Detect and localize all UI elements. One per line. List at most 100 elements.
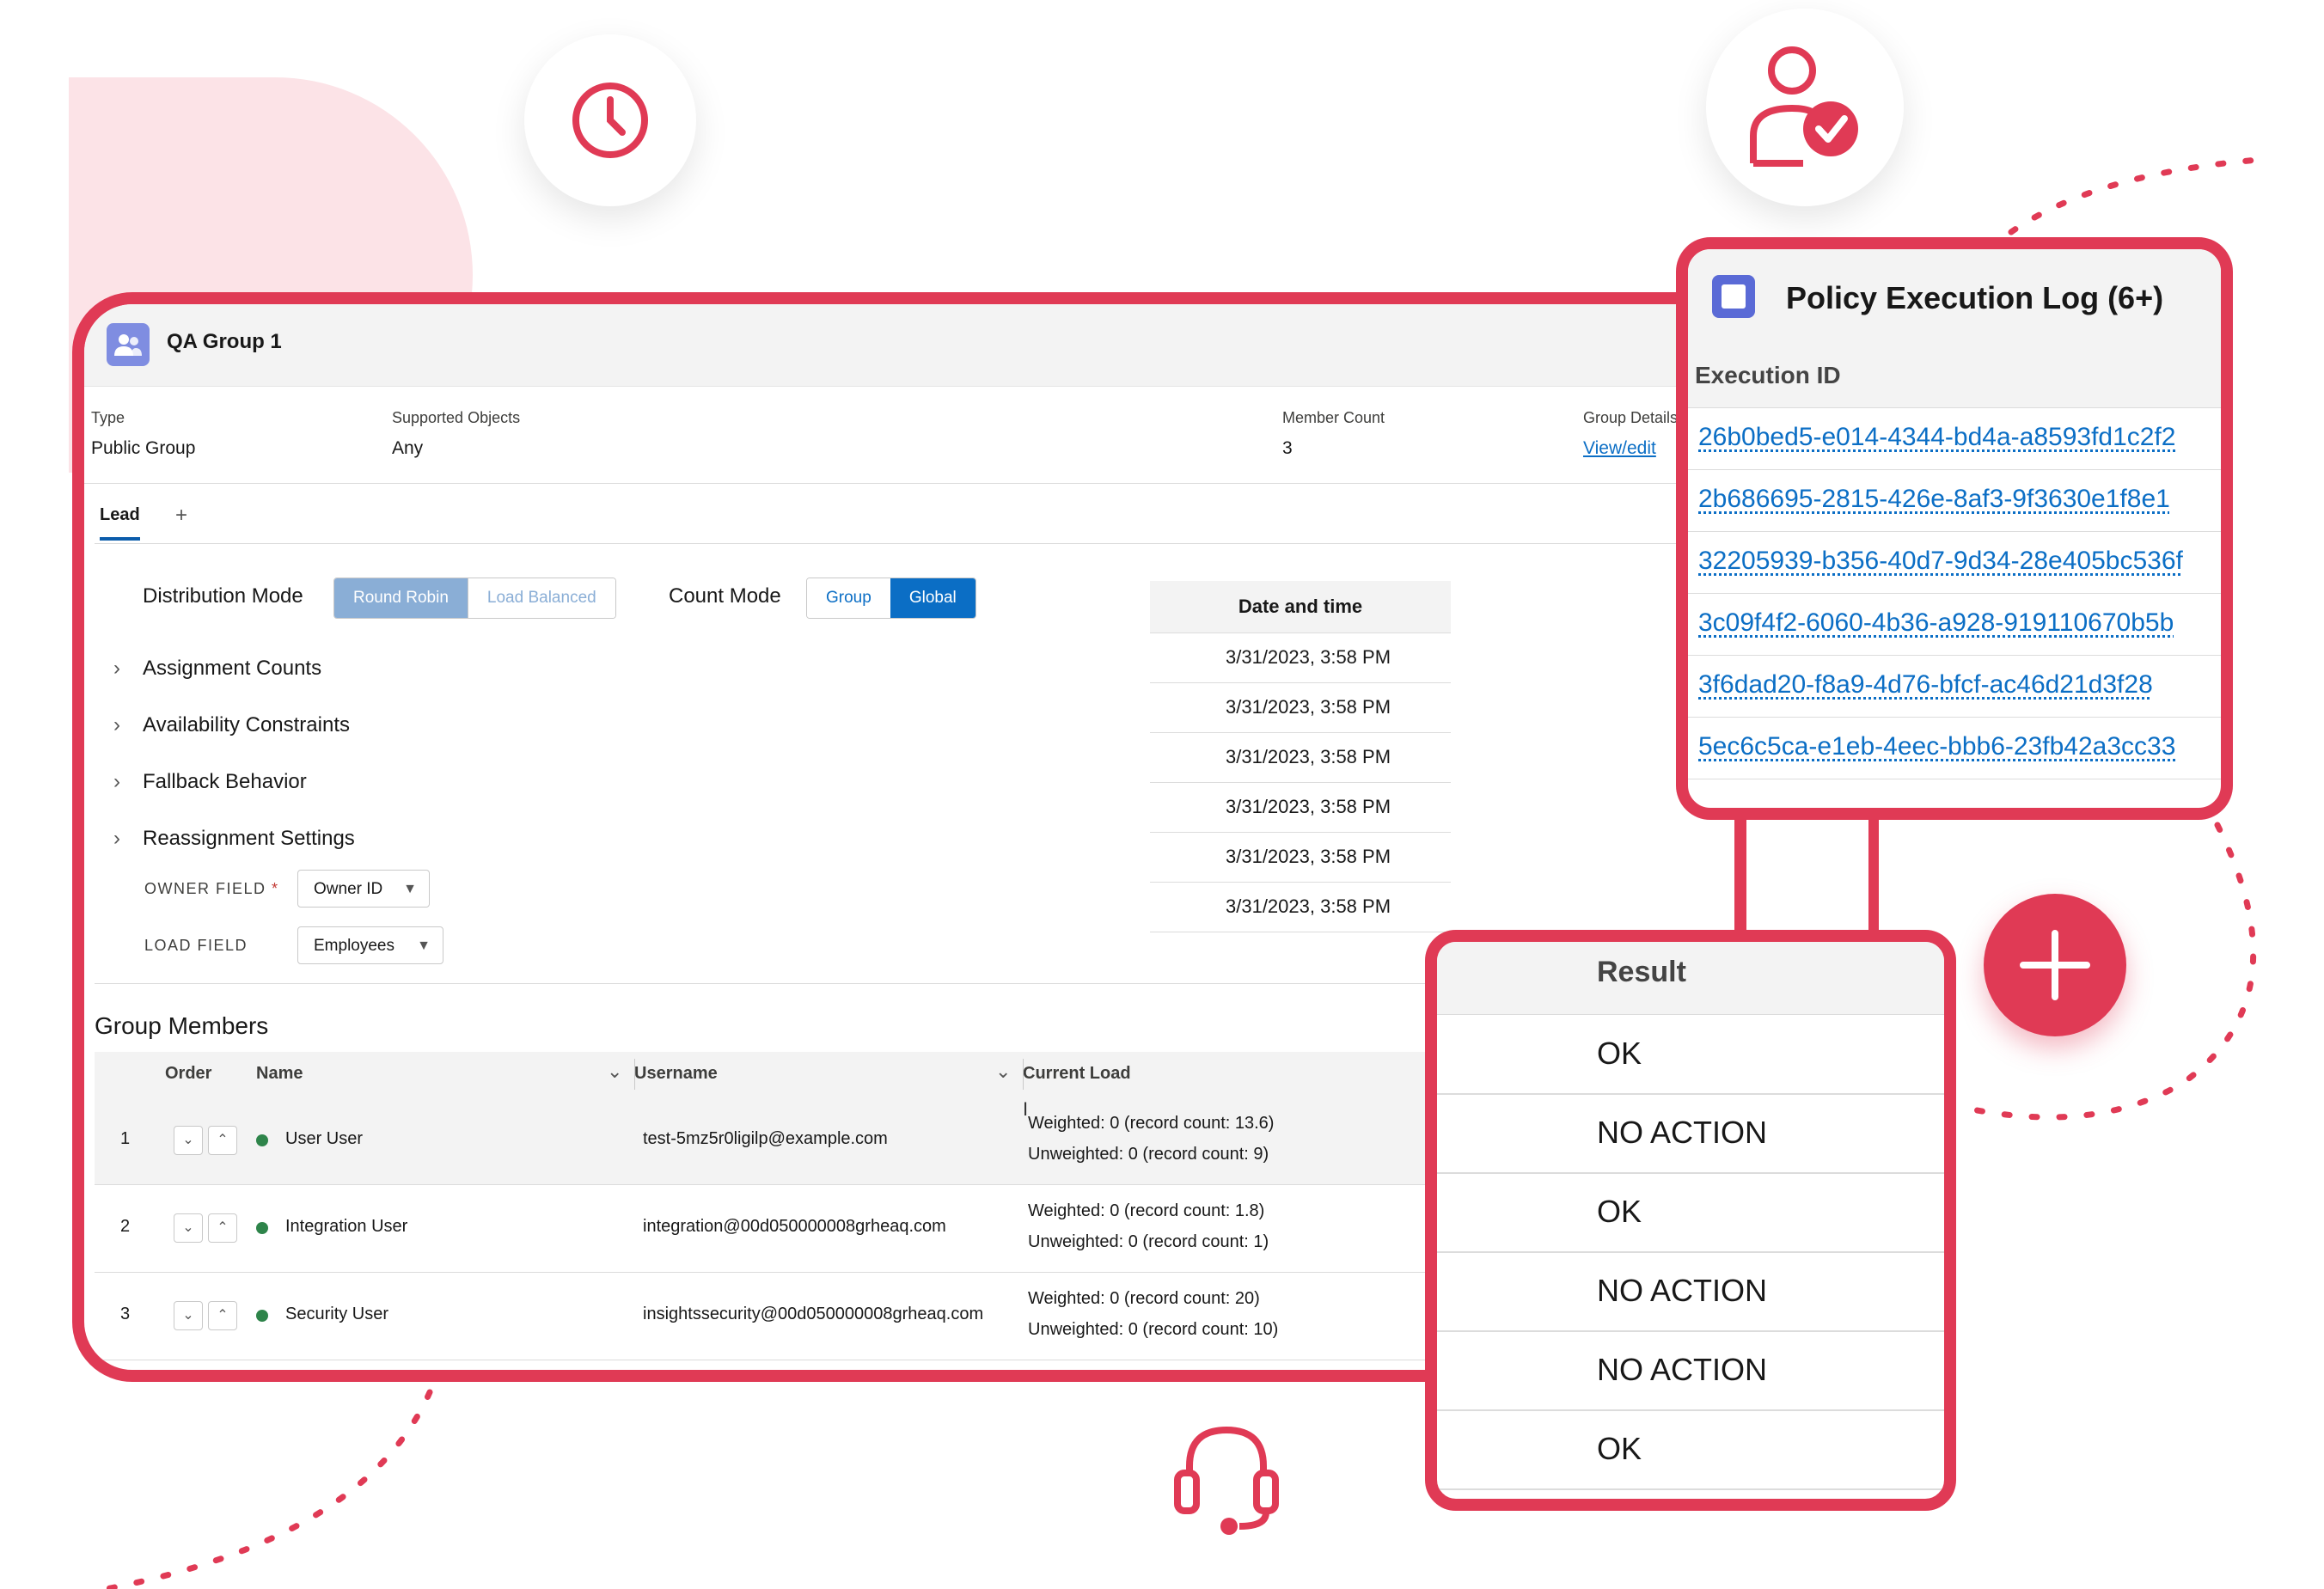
list-item: 5ec6c5ca-e1eb-4eec-bbb6-23fb42a3cc33 xyxy=(1688,717,2221,779)
move-down-button[interactable]: ⌄ xyxy=(174,1126,203,1155)
execution-id-link[interactable]: 5ec6c5ca-e1eb-4eec-bbb6-23fb42a3cc33 xyxy=(1698,732,2175,761)
type-label: Type xyxy=(91,409,125,426)
chevron-right-icon[interactable]: › xyxy=(113,713,120,737)
distribution-mode-label: Distribution Mode xyxy=(143,584,303,608)
status-dot xyxy=(256,1222,268,1234)
result-column-header: Result xyxy=(1437,942,1944,1015)
load-field-label: LOAD FIELD xyxy=(144,937,248,954)
load-field-select[interactable]: Employees ▼ xyxy=(297,926,443,964)
required-marker: * xyxy=(272,880,279,897)
member-weighted-load: Weighted: 0 (record count: 1.8) xyxy=(1028,1201,1265,1220)
list-item: 26b0bed5-e014-4344-bd4a-a8593fd1c2f2 xyxy=(1688,407,2221,470)
distribution-mode-toggle: Round Robin Load Balanced xyxy=(333,578,616,619)
add-tab-button[interactable]: + xyxy=(175,504,187,528)
status-dot xyxy=(256,1134,268,1146)
execution-id-link[interactable]: 3f6dad20-f8a9-4d76-bfcf-ac46d21d3f28 xyxy=(1698,670,2153,700)
type-value: Public Group xyxy=(91,438,196,458)
global-option[interactable]: Global xyxy=(890,578,975,618)
headset-icon xyxy=(1174,1426,1279,1535)
chevron-down-icon[interactable]: ⌄ xyxy=(607,1060,622,1083)
chevron-down-icon[interactable]: ⌄ xyxy=(995,1060,1011,1083)
view-edit-link[interactable]: View/edit xyxy=(1583,438,1656,459)
date-time-cell: 3/31/2023, 3:58 PM xyxy=(1150,882,1451,932)
list-item: 32205939-b356-40d7-9d34-28e405bc536f xyxy=(1688,531,2221,594)
caret-down-icon: ▼ xyxy=(417,938,431,953)
column-order: Order xyxy=(165,1064,212,1083)
column-divider xyxy=(634,1059,635,1090)
member-unweighted-load: Unweighted: 0 (record count: 10) xyxy=(1028,1320,1279,1339)
accordion-reassignment-settings[interactable]: Reassignment Settings xyxy=(143,827,355,851)
tab-lead[interactable]: Lead xyxy=(100,505,140,541)
supported-objects-label: Supported Objects xyxy=(392,409,521,426)
list-item: 3f6dad20-f8a9-4d76-bfcf-ac46d21d3f28 xyxy=(1688,655,2221,718)
user-check-icon xyxy=(1750,46,1858,167)
list-item: 3c09f4f2-6060-4b36-a928-919110670b5b xyxy=(1688,593,2221,656)
member-unweighted-load: Unweighted: 0 (record count: 9) xyxy=(1028,1145,1269,1164)
member-count-label: Member Count xyxy=(1282,409,1385,426)
count-mode-toggle: Group Global xyxy=(806,578,976,619)
member-weighted-load: Weighted: 0 (record count: 13.6) xyxy=(1028,1114,1275,1133)
group-members-title: Group Members xyxy=(95,1012,269,1039)
record-header: QA Group 1 xyxy=(84,304,1734,387)
move-down-button[interactable]: ⌄ xyxy=(174,1213,203,1243)
member-weighted-load: Weighted: 0 (record count: 20) xyxy=(1028,1289,1260,1308)
execution-id-link[interactable]: 32205939-b356-40d7-9d34-28e405bc536f xyxy=(1698,547,2183,576)
execution-id-link[interactable]: 26b0bed5-e014-4344-bd4a-a8593fd1c2f2 xyxy=(1698,423,2175,452)
result-cell: NO ACTION xyxy=(1437,1330,1944,1411)
column-name[interactable]: Name xyxy=(256,1064,303,1084)
date-time-column-header: Date and time xyxy=(1150,581,1451,633)
round-robin-option[interactable]: Round Robin xyxy=(334,578,468,618)
result-cell: OK xyxy=(1437,1014,1944,1095)
chevron-right-icon[interactable]: › xyxy=(113,657,120,681)
move-up-button[interactable]: ⌃ xyxy=(208,1301,237,1330)
result-cell: NO ACTION xyxy=(1437,1251,1944,1332)
supported-objects-value: Any xyxy=(392,438,424,458)
divider xyxy=(84,483,1734,484)
plus-icon xyxy=(2020,930,2090,1000)
result-cell: OK xyxy=(1437,1409,1944,1490)
column-divider xyxy=(1023,1059,1024,1090)
status-dot xyxy=(256,1310,268,1322)
row-order: 1 xyxy=(120,1129,131,1148)
load-balanced-option[interactable]: Load Balanced xyxy=(467,578,615,618)
member-unweighted-load: Unweighted: 0 (record count: 1) xyxy=(1028,1232,1269,1251)
chevron-right-icon[interactable]: › xyxy=(113,770,120,794)
row-order: 2 xyxy=(120,1217,131,1236)
group-title: QA Group 1 xyxy=(167,330,282,353)
accordion-fallback-behavior[interactable]: Fallback Behavior xyxy=(143,770,307,794)
row-order: 3 xyxy=(120,1305,131,1323)
execution-id-link[interactable]: 3c09f4f2-6060-4b36-a928-919110670b5b xyxy=(1698,608,2174,638)
date-time-cell: 3/31/2023, 3:58 PM xyxy=(1150,633,1451,683)
result-cell: NO ACTION xyxy=(1437,1093,1944,1174)
owner-field-label: OWNER FIELD * xyxy=(144,880,279,897)
caret-down-icon: ▼ xyxy=(403,882,417,896)
policy-execution-log-card: Policy Execution Log (6+) Execution ID 2… xyxy=(1676,237,2233,820)
result-cell: OK xyxy=(1437,1172,1944,1253)
text-cursor-icon: I xyxy=(1023,1098,1029,1120)
date-time-cell: 3/31/2023, 3:58 PM xyxy=(1150,782,1451,833)
log-title: Policy Execution Log (6+) xyxy=(1786,280,2164,315)
chevron-right-icon[interactable]: › xyxy=(113,827,120,851)
list-item: 2b686695-2815-426e-8af3-9f3630e1f8e1 xyxy=(1688,469,2221,532)
owner-field-select[interactable]: Owner ID ▼ xyxy=(297,870,430,908)
execution-id-link[interactable]: 2b686695-2815-426e-8af3-9f3630e1f8e1 xyxy=(1698,485,2170,514)
date-time-cell: 3/31/2023, 3:58 PM xyxy=(1150,732,1451,783)
member-username: integration@00d050000008grheaq.com xyxy=(643,1217,946,1236)
move-down-button[interactable]: ⌄ xyxy=(174,1301,203,1330)
column-username[interactable]: Username xyxy=(634,1064,718,1084)
accordion-availability-constraints[interactable]: Availability Constraints xyxy=(143,713,350,737)
user-check-badge xyxy=(1706,9,1904,206)
member-name: User User xyxy=(285,1129,364,1148)
accordion-assignment-counts[interactable]: Assignment Counts xyxy=(143,657,321,681)
group-option[interactable]: Group xyxy=(807,578,890,618)
member-username: insightssecurity@00d050000008grheaq.com xyxy=(643,1305,984,1323)
move-up-button[interactable]: ⌃ xyxy=(208,1213,237,1243)
log-header: Policy Execution Log (6+) xyxy=(1688,249,2221,345)
add-button[interactable] xyxy=(1984,894,2126,1036)
move-up-button[interactable]: ⌃ xyxy=(208,1126,237,1155)
tab-divider xyxy=(95,543,1724,544)
clock-icon xyxy=(572,83,648,158)
column-current-load[interactable]: Current Load xyxy=(1023,1064,1131,1084)
group-icon xyxy=(107,323,150,366)
execution-id-column-header: Execution ID xyxy=(1688,344,2221,408)
